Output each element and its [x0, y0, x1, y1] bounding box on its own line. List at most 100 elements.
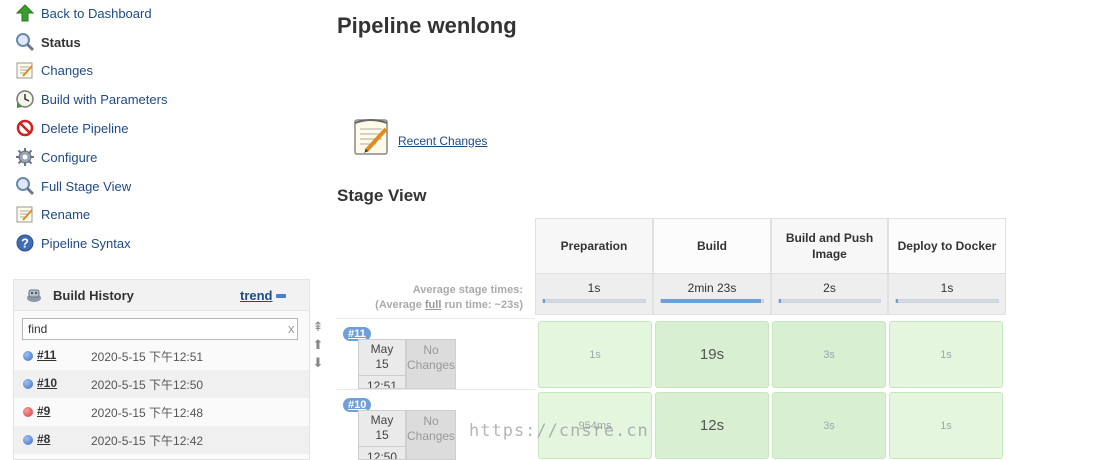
build-date: 2020-5-15 下午12:51: [91, 350, 204, 364]
build-number-link[interactable]: #10: [37, 376, 57, 390]
status-ball-blue-icon: [23, 379, 33, 389]
stage-average-time: 2s: [823, 281, 836, 295]
sidebar-item-pipeline-syntax[interactable]: ? Pipeline Syntax: [14, 231, 131, 255]
up-arrow-icon: [14, 2, 36, 24]
stage-progress-fill: [896, 299, 899, 303]
average-run-prefix: (Average: [375, 299, 425, 311]
sidebar-item-label: Full Stage View: [41, 178, 132, 194]
sidebar-item-label: Pipeline Syntax: [41, 235, 131, 251]
stage-header-preparation: Preparation: [535, 218, 653, 274]
stage-header-deploy-to-docker: Deploy to Docker: [888, 218, 1006, 274]
stage-average-deploy-to-docker: 1s: [888, 274, 1006, 315]
stage-average-time: 1s: [940, 281, 954, 295]
gear-icon: [14, 146, 36, 168]
build-row[interactable]: #10 2020-5-15 下午12:50: [14, 370, 309, 398]
build-row[interactable]: #11 2020-5-15 下午12:51: [14, 342, 309, 370]
page-top-icon[interactable]: ⇞: [311, 318, 325, 336]
svg-text:?: ?: [21, 236, 29, 251]
stage-cell[interactable]: 19s: [655, 321, 769, 388]
build-history-widget: Build History trend x #11 2020-5-15 下午12…: [13, 279, 310, 460]
build-history-pager: ⇞ ⬆ ⬇: [311, 318, 325, 372]
build-number-link[interactable]: #9: [37, 404, 50, 418]
average-stage-times-label: Average stage times: (Average full run t…: [345, 283, 523, 313]
sidebar-item-label: Build with Parameters: [41, 91, 168, 107]
page-up-icon[interactable]: ⬆: [311, 336, 325, 354]
magnifier-icon: [14, 175, 36, 197]
build-number-link[interactable]: #11: [37, 348, 56, 362]
run-changes: No Changes: [406, 339, 456, 389]
stage-average-time: 2min 23s: [687, 281, 737, 295]
collapse-icon[interactable]: [276, 294, 286, 298]
stage-cell[interactable]: 1s: [889, 321, 1003, 388]
sidebar-item-label: Configure: [41, 149, 98, 165]
stage-cell[interactable]: 1s: [889, 392, 1003, 459]
stage-progress-fill: [661, 299, 761, 303]
recent-changes-link[interactable]: Recent Changes: [352, 115, 487, 162]
sidebar-item-status[interactable]: Status: [14, 30, 81, 54]
clear-search-icon[interactable]: x: [288, 321, 295, 336]
run-month: May: [370, 413, 394, 427]
average-run-time-line2: (Average full run time: ~23s): [345, 298, 523, 313]
sidebar-item-back-to-dashboard[interactable]: Back to Dashboard: [14, 1, 152, 25]
magnifier-icon: [14, 31, 36, 53]
status-ball-blue-icon: [23, 351, 33, 361]
stage-progress-track: [778, 299, 881, 303]
build-history-header: Build History trend: [14, 280, 309, 311]
build-date: 2020-5-15 下午12:42: [91, 434, 204, 448]
average-run-suffix: run time: ~23s): [441, 299, 523, 311]
run-day: 15: [375, 428, 389, 442]
build-date: 2020-5-15 下午12:48: [91, 406, 204, 420]
stage-cell[interactable]: 1s: [538, 321, 652, 388]
stage-progress-track: [542, 299, 646, 303]
sidebar-item-label: Changes: [41, 62, 94, 78]
sidebar-item-configure[interactable]: Configure: [14, 145, 97, 169]
help-icon: ?: [14, 232, 36, 254]
sidebar-item-label: Status: [41, 34, 81, 50]
trend-link[interactable]: trend: [240, 288, 273, 303]
build-row[interactable]: #8 2020-5-15 下午12:42: [14, 426, 309, 454]
stage-view-title: Stage View: [337, 186, 427, 205]
page-title: Pipeline wenlong: [337, 13, 517, 38]
stage-cell[interactable]: 3s: [772, 321, 886, 388]
stage-cell[interactable]: 12s: [655, 392, 769, 459]
sidebar-item-rename[interactable]: Rename: [14, 202, 90, 226]
sidebar-item-label: Back to Dashboard: [41, 5, 152, 21]
run-time: 12:50: [359, 446, 405, 459]
run-date: May 15 12:51: [358, 339, 406, 389]
sidebar-item-changes[interactable]: Changes: [14, 58, 93, 82]
pipeline-run-row: #11 May 15 12:51 No Changes: [337, 318, 535, 389]
sidebar-item-delete-pipeline[interactable]: Delete Pipeline: [14, 116, 128, 140]
stage-average-time: 1s: [587, 281, 601, 295]
stage-header-build-and-push-image: Build and Push Image: [771, 218, 888, 274]
watermark: https://cnsre.cn: [469, 421, 649, 441]
sidebar-item-full-stage-view[interactable]: Full Stage View: [14, 174, 131, 198]
build-search-input[interactable]: [22, 318, 298, 340]
status-ball-blue-icon: [23, 435, 33, 445]
stage-header-build: Build: [653, 218, 771, 274]
build-row[interactable]: #9 2020-5-15 下午12:48: [14, 398, 309, 426]
stage-progress-track: [895, 299, 999, 303]
sidebar-item-label: Rename: [41, 206, 91, 222]
stage-progress-fill: [779, 299, 782, 303]
run-day: 15: [375, 357, 389, 371]
run-date: May 15 12:50: [358, 410, 406, 460]
no-entry-icon: [14, 117, 36, 139]
stage-cell[interactable]: 3s: [772, 392, 886, 459]
page-down-icon[interactable]: ⬇: [311, 354, 325, 372]
build-date: 2020-5-15 下午12:50: [91, 378, 204, 392]
full-link[interactable]: full: [425, 299, 442, 311]
build-history-icon: [25, 287, 43, 308]
run-month: May: [370, 342, 394, 356]
stage-progress-fill: [543, 299, 546, 303]
stage-progress-track: [660, 299, 764, 303]
average-stage-times-line1: Average stage times:: [412, 284, 523, 296]
stage-average-build: 2min 23s: [653, 274, 771, 315]
run-changes: No Changes: [406, 410, 456, 460]
stage-average-preparation: 1s: [535, 274, 653, 315]
recent-changes-label[interactable]: Recent Changes: [398, 134, 487, 148]
sidebar-item-build-with-parameters[interactable]: Build with Parameters: [14, 87, 167, 111]
notepad-icon: [352, 115, 392, 162]
build-history-title: Build History: [53, 288, 134, 303]
build-number-link[interactable]: #8: [37, 432, 50, 446]
stage-average-build-and-push-image: 2s: [771, 274, 888, 315]
